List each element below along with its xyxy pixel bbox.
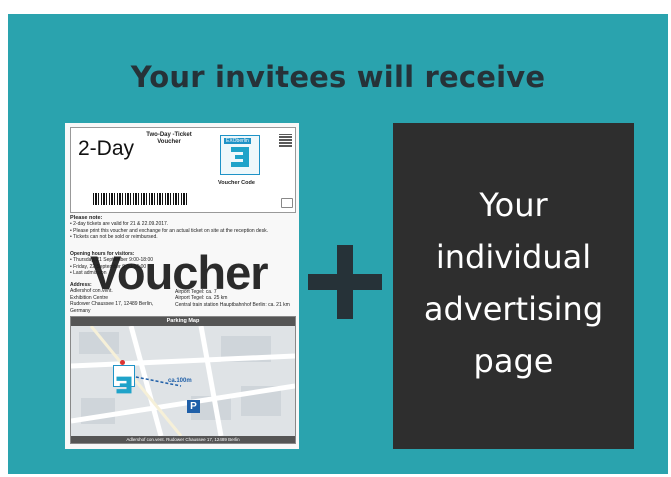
slide-background: Your invitees will receive 2-Day Two-Day… [8, 14, 668, 474]
parking-icon: P [187, 400, 200, 413]
voucher-code-label: Voucher Code [218, 180, 255, 186]
voucher-day-label: 2-Day [78, 137, 135, 160]
ad-line: Your [479, 186, 548, 224]
ad-line: advertising [423, 290, 604, 328]
ad-line: page [473, 342, 554, 380]
advertising-panel-text: Your individual advertising page [393, 179, 634, 387]
exoberlin-logo: EXOberlin [220, 135, 260, 175]
ticket-title-text: Two-Day -Ticket [146, 132, 192, 138]
advertising-page-panel: Your individual advertising page [393, 123, 634, 449]
voucher-ticket-title: Two-Day -Ticket Voucher [146, 132, 192, 146]
ad-line: individual [435, 238, 592, 276]
logo-mark-icon [231, 147, 249, 167]
ticket-subtitle-text: Voucher [157, 139, 181, 145]
map-logo-marker [113, 365, 135, 394]
slide-heading: Your invitees will receive [130, 60, 546, 94]
logo-text: EXOberlin [224, 138, 251, 144]
voucher-notes: Please note: • 2-day tickets are valid f… [70, 215, 294, 241]
voucher-preview: 2-Day Two-Day -Ticket Voucher EXOberlin … [65, 123, 299, 449]
voucher-header: 2-Day Two-Day -Ticket Voucher EXOberlin … [70, 127, 296, 213]
barcode [93, 193, 188, 205]
plus-bar-vertical [337, 245, 353, 319]
printer-icon [281, 198, 293, 208]
notes-title: Please note: [70, 215, 103, 221]
parking-map-footer: Adlershof con.vent. Rudower Chaussee 17,… [71, 436, 295, 443]
voucher-overlay-word: Voucher [90, 246, 269, 299]
logo-mark-icon [116, 376, 132, 394]
plus-icon [308, 245, 382, 319]
parking-map-title: Parking Map [71, 317, 295, 326]
address-title: Address: [70, 282, 92, 288]
address-line: Germany [70, 307, 91, 314]
qr-code-icon [279, 134, 292, 147]
note-line: • Tickets can not be sold or reimbursed. [70, 234, 158, 241]
parking-map: Parking Map ca.100m P Adlershof con.vent… [70, 316, 296, 444]
map-distance-label: ca.100m [168, 378, 192, 384]
distance-line: Central train station Hauptbahnhof Berli… [175, 301, 290, 308]
